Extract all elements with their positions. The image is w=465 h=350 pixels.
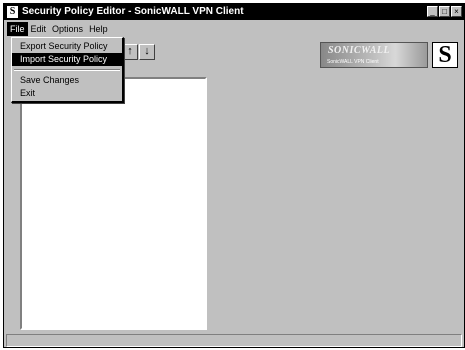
arrow-down-icon: ↓: [144, 45, 150, 57]
menu-file[interactable]: File: [7, 22, 28, 36]
logo-subtitle: SonicWALL VPN Client: [327, 59, 379, 65]
sonicwall-logo-banner: SONICWALL SonicWALL VPN Client: [320, 42, 428, 68]
menu-exit[interactable]: Exit: [12, 87, 122, 100]
window-controls: _ □ ×: [427, 6, 462, 17]
title-bar[interactable]: S Security Policy Editor - SonicWALL VPN…: [4, 4, 464, 20]
menu-options[interactable]: Options: [49, 22, 86, 36]
app-window: S Security Policy Editor - SonicWALL VPN…: [3, 3, 465, 348]
minimize-button[interactable]: _: [427, 6, 438, 17]
move-down-button[interactable]: ↓: [139, 44, 155, 60]
menu-bar: File Edit Options Help: [4, 21, 464, 37]
file-menu-dropdown: Export Security Policy Import Security P…: [11, 37, 124, 103]
sonicwall-app-icon[interactable]: S: [7, 6, 18, 18]
status-bar: [6, 334, 462, 347]
menu-separator: [14, 69, 120, 71]
menu-save-changes[interactable]: Save Changes: [12, 74, 122, 87]
menu-edit[interactable]: Edit: [28, 22, 50, 36]
window-title: Security Policy Editor - SonicWALL VPN C…: [22, 6, 244, 17]
sonicwall-s-logo-icon: S: [432, 42, 458, 68]
close-button[interactable]: ×: [451, 6, 462, 17]
move-up-button[interactable]: ↑: [122, 44, 138, 60]
arrow-up-icon: ↑: [127, 45, 133, 57]
logo-text: SONICWALL: [328, 45, 391, 56]
menu-export-security-policy[interactable]: Export Security Policy: [12, 40, 122, 53]
menu-help[interactable]: Help: [86, 22, 111, 36]
maximize-button[interactable]: □: [439, 6, 450, 17]
menu-import-security-policy[interactable]: Import Security Policy: [12, 53, 122, 66]
policy-tree-pane[interactable]: [20, 77, 207, 330]
